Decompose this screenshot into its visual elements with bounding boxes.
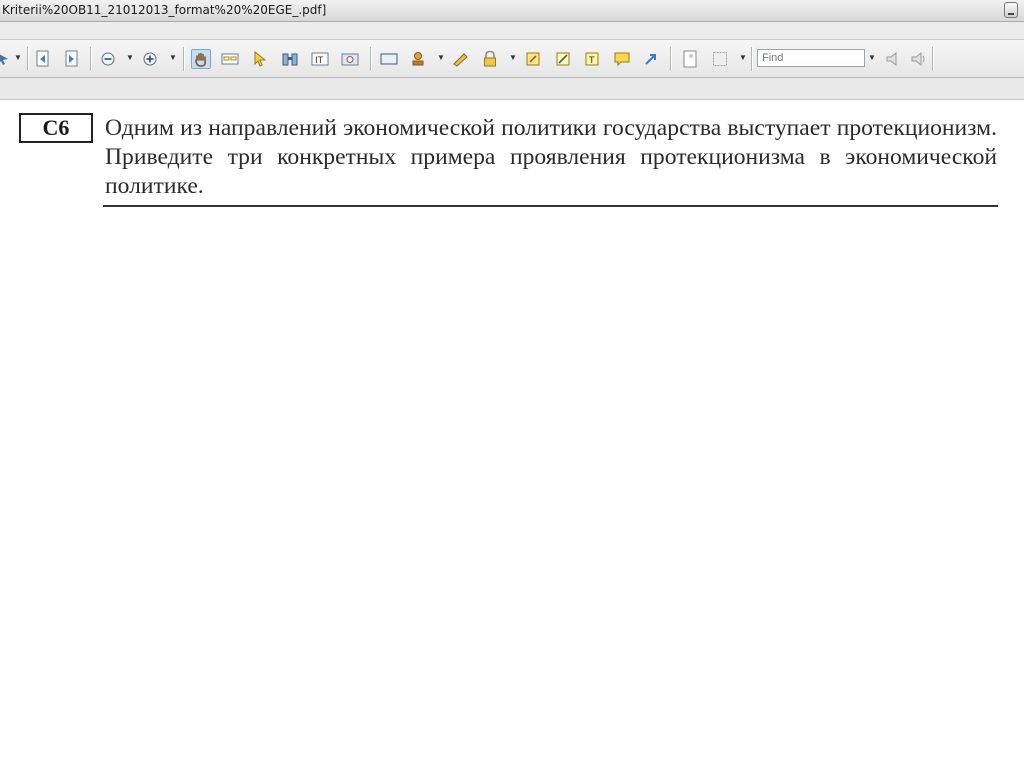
edit-icon[interactable] xyxy=(553,49,573,69)
form-icon[interactable] xyxy=(379,49,399,69)
hand-icon[interactable] xyxy=(191,49,211,69)
minimize-button[interactable] xyxy=(1004,2,1018,18)
stamp-icon[interactable] xyxy=(408,49,428,69)
toolbar-separator xyxy=(670,47,671,71)
document-page: С6 Одним из направлений экономической по… xyxy=(0,100,1024,767)
glasses-icon[interactable] xyxy=(220,49,240,69)
binoculars-icon[interactable] xyxy=(280,49,300,69)
page-prev-icon[interactable] xyxy=(33,49,53,69)
lock-icon[interactable] xyxy=(480,49,500,69)
question-text: Одним из направлений экономической полит… xyxy=(105,115,997,199)
dropdown-arrow[interactable]: ▼ xyxy=(169,53,177,62)
audio-next-icon[interactable] xyxy=(908,49,928,69)
svg-text:T: T xyxy=(588,56,595,66)
zoom-in-icon[interactable] xyxy=(140,49,160,69)
arrow-icon[interactable] xyxy=(0,49,14,69)
comment-icon[interactable] xyxy=(612,49,632,69)
find-input[interactable] xyxy=(757,49,865,67)
audio-prev-icon[interactable] xyxy=(883,49,903,69)
title-bar: Kriterii%20OB11_21012013_format%20%20EGE… xyxy=(0,0,1024,22)
dropdown-arrow[interactable]: ▼ xyxy=(14,53,22,62)
toolbar-separator xyxy=(751,47,752,71)
sign-icon[interactable] xyxy=(451,49,471,69)
toolbar-separator xyxy=(370,47,371,71)
document-header-band xyxy=(0,78,1024,100)
dropdown-arrow[interactable]: ▼ xyxy=(509,53,517,62)
find-dropdown-arrow[interactable]: ▼ xyxy=(868,53,876,62)
toolbar-separator xyxy=(932,47,933,71)
toolbar-separator xyxy=(90,47,91,71)
dropdown-arrow[interactable]: ▼ xyxy=(126,53,134,62)
toolbar-separator xyxy=(27,47,28,71)
dropdown-arrow[interactable]: ▼ xyxy=(739,53,747,62)
question-label: С6 xyxy=(19,113,93,143)
answer-rule xyxy=(103,205,998,207)
note-icon[interactable] xyxy=(523,49,543,69)
select-arrow-icon[interactable] xyxy=(250,49,270,69)
textbox-icon[interactable]: T xyxy=(582,49,602,69)
toolbar-separator xyxy=(183,47,184,71)
svg-text:IT: IT xyxy=(315,56,324,66)
toolbar: ▼ ▼ ▼ IT ▼ ▼ T ▼ ▼ xyxy=(0,40,1024,78)
page-icon[interactable] xyxy=(680,49,700,69)
dropdown-arrow[interactable]: ▼ xyxy=(437,53,445,62)
grid-icon[interactable] xyxy=(710,49,730,69)
page-next-icon[interactable] xyxy=(62,49,82,69)
zoom-out-icon[interactable] xyxy=(98,49,118,69)
arrow-tool-icon[interactable] xyxy=(641,49,661,69)
window-title: Kriterii%20OB11_21012013_format%20%20EGE… xyxy=(2,3,327,17)
text-select-icon[interactable]: IT xyxy=(310,49,330,69)
snapshot-icon[interactable] xyxy=(340,49,360,69)
menu-strip xyxy=(0,22,1024,40)
